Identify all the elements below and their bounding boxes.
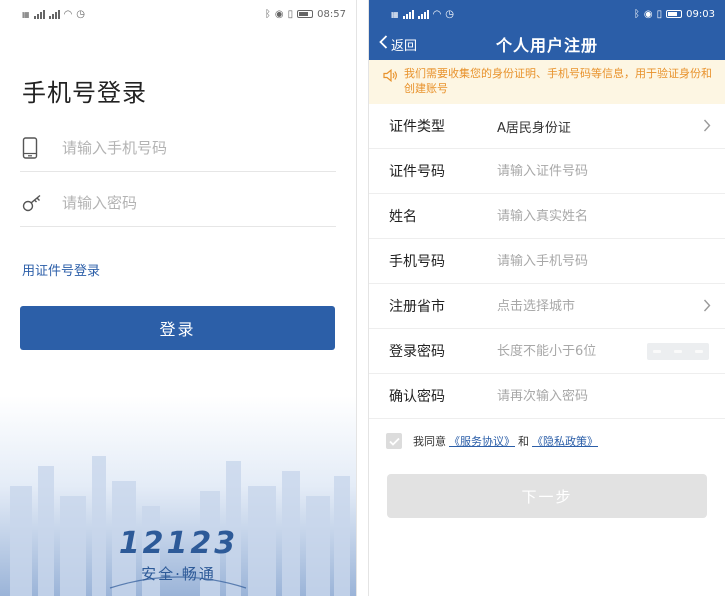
status-time: 09:03 bbox=[686, 8, 715, 20]
wifi-icon: ◠ bbox=[63, 8, 73, 20]
signal-icon bbox=[402, 9, 414, 19]
checkmark-icon bbox=[388, 437, 400, 446]
confirm-password-label: 确认密码 bbox=[389, 389, 445, 405]
notice-text: 我们需要收集您的身份证明、手机号码等信息，用于验证身份和创建账号 bbox=[404, 67, 712, 95]
id-number-row: 证件号码 bbox=[369, 149, 725, 194]
signal-icon bbox=[33, 9, 45, 19]
chevron-right-icon bbox=[703, 297, 711, 316]
wifi-icon: ◠ bbox=[432, 8, 442, 20]
sim-icon: ▦ bbox=[391, 9, 399, 19]
status-bar-left: ▦ ◠ ◷ bbox=[391, 9, 454, 20]
privacy-notice-banner: 我们需要收集您的身份证明、手机号码等信息，用于验证身份和创建账号 bbox=[369, 60, 725, 104]
alarm-icon: ◷ bbox=[76, 8, 86, 20]
id-number-input[interactable] bbox=[497, 163, 667, 179]
status-bar-right: ᛒ ◉ ▯ 08:57 bbox=[265, 9, 346, 20]
registration-screen: ▦ ◠ ◷ ᛒ ◉ ▯ 09:03 返回 个人用户注册 我们需要收集您的身份证明… bbox=[368, 0, 725, 596]
brand-logo-number: 12123 bbox=[118, 526, 239, 561]
battery-icon bbox=[297, 10, 314, 18]
confirm-password-input[interactable] bbox=[497, 388, 667, 404]
chevron-right-icon bbox=[703, 117, 711, 136]
password-row: 登录密码 bbox=[369, 329, 725, 374]
id-login-link[interactable]: 用证件号登录 bbox=[22, 260, 100, 279]
status-bar: ▦ ◠ ◷ ᛒ ◉ ▯ 08:57 bbox=[0, 0, 356, 28]
password-visibility-toggle[interactable] bbox=[647, 343, 709, 360]
service-agreement-link[interactable]: 《服务协议》 bbox=[449, 433, 515, 449]
name-label: 姓名 bbox=[389, 209, 417, 225]
confirm-password-row: 确认密码 bbox=[369, 374, 725, 419]
status-bar-left: ▦ ◠ ◷ bbox=[22, 9, 85, 20]
bluetooth-icon: ᛒ bbox=[633, 8, 640, 20]
alarm-icon: ◷ bbox=[445, 8, 455, 20]
chevron-left-icon bbox=[379, 35, 388, 53]
name-row: 姓名 bbox=[369, 194, 725, 239]
bluetooth-icon: ᛒ bbox=[264, 8, 271, 20]
phone-icon bbox=[22, 136, 48, 159]
brand-slogan: 安全·畅通 bbox=[141, 565, 216, 583]
back-button[interactable]: 返回 bbox=[379, 28, 417, 60]
battery-icon bbox=[666, 10, 683, 18]
location-icon: ◉ bbox=[274, 8, 284, 20]
key-icon bbox=[22, 194, 48, 212]
agreement-prefix: 我同意 bbox=[413, 435, 446, 448]
signal-icon bbox=[48, 9, 60, 19]
password-label: 登录密码 bbox=[389, 344, 445, 360]
vibrate-icon: ▯ bbox=[287, 8, 294, 20]
signal-icon bbox=[417, 9, 429, 19]
status-bar-right: ᛒ ◉ ▯ 09:03 bbox=[634, 9, 715, 20]
phone-input[interactable] bbox=[497, 253, 667, 269]
password-input[interactable] bbox=[62, 193, 322, 212]
page-title: 手机号登录 bbox=[22, 79, 147, 107]
phone-label: 手机号码 bbox=[389, 254, 445, 270]
region-row[interactable]: 注册省市 bbox=[369, 284, 725, 329]
agreement-row: 我同意 《服务协议》 和 《隐私政策》 bbox=[369, 419, 725, 463]
speaker-icon bbox=[383, 67, 398, 86]
nav-bar: 返回 个人用户注册 bbox=[369, 28, 725, 60]
sim-icon: ▦ bbox=[22, 9, 30, 19]
phone-row: 手机号码 bbox=[369, 239, 725, 284]
name-input[interactable] bbox=[497, 208, 667, 224]
phone-input[interactable] bbox=[62, 138, 322, 157]
page-title: 个人用户注册 bbox=[495, 36, 598, 55]
id-type-label: 证件类型 bbox=[389, 119, 445, 135]
back-label: 返回 bbox=[391, 38, 418, 54]
phone-field bbox=[20, 124, 336, 172]
login-button[interactable]: 登录 bbox=[20, 306, 335, 350]
phone-login-screen: ▦ ◠ ◷ ᛒ ◉ ▯ 08:57 手机号登录 用证件号登录 登录 bbox=[0, 0, 357, 596]
agreement-checkbox[interactable] bbox=[386, 433, 402, 449]
vibrate-icon: ▯ bbox=[656, 8, 663, 20]
password-field bbox=[20, 179, 336, 227]
status-time: 08:57 bbox=[317, 8, 346, 20]
region-select[interactable] bbox=[497, 298, 667, 314]
location-icon: ◉ bbox=[643, 8, 653, 20]
id-type-row[interactable]: 证件类型 A居民身份证 bbox=[369, 104, 725, 149]
password-input[interactable] bbox=[497, 343, 667, 359]
id-type-value: A居民身份证 bbox=[497, 120, 571, 136]
privacy-policy-link[interactable]: 《隐私政策》 bbox=[532, 433, 598, 449]
id-number-label: 证件号码 bbox=[389, 164, 445, 180]
next-step-button[interactable]: 下一步 bbox=[387, 474, 707, 518]
agreement-conjunction: 和 bbox=[518, 435, 529, 448]
region-label: 注册省市 bbox=[389, 299, 445, 315]
status-bar: ▦ ◠ ◷ ᛒ ◉ ▯ 09:03 bbox=[369, 0, 725, 28]
